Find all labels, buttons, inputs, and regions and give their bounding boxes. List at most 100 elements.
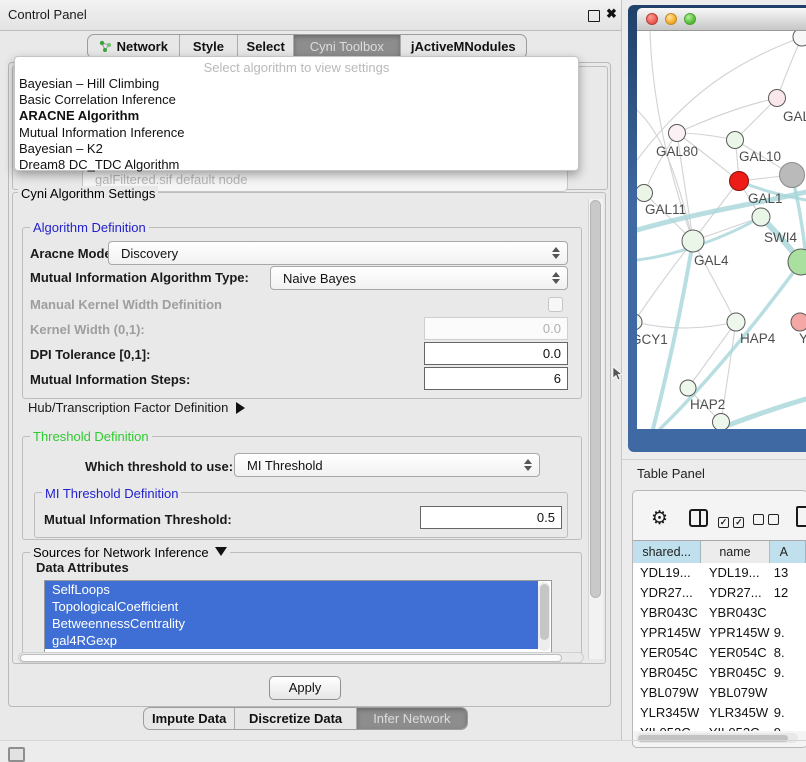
table-row[interactable]: YDR27...YDR27...12: [633, 583, 806, 603]
mi-steps-field[interactable]: 6: [424, 367, 568, 390]
network-node-gal80[interactable]: [669, 125, 686, 142]
table-cell: YPR145W: [702, 623, 771, 643]
table-cell: 9.: [771, 703, 806, 723]
table-cell: YBR043C: [702, 603, 771, 623]
network-node-hap2[interactable]: [680, 380, 696, 396]
table-row[interactable]: YLR345WYLR345W9.: [633, 703, 806, 723]
table-row[interactable]: YER054CYER054C8.: [633, 643, 806, 663]
dropdown-item[interactable]: Bayesian – K2: [15, 141, 578, 157]
table-row[interactable]: YBR045CYBR045C9.: [633, 663, 806, 683]
column-header-name[interactable]: name: [701, 541, 769, 563]
dropdown-item[interactable]: Mutual Information Inference: [15, 125, 578, 141]
tab-discretize-data[interactable]: Discretize Data: [235, 708, 356, 729]
split-columns-icon[interactable]: [689, 509, 708, 527]
dropdown-item[interactable]: Dream8 DC_TDC Algorithm: [15, 157, 578, 173]
network-node[interactable]: [780, 163, 805, 188]
network-icon: [99, 40, 112, 53]
checked-pair-icon[interactable]: ✓ ✓: [718, 512, 744, 530]
attribute-item[interactable]: SelfLoops: [45, 581, 538, 598]
dropdown-item[interactable]: ARACNE Algorithm: [15, 108, 578, 124]
column-header-third[interactable]: A: [770, 541, 806, 563]
table-cell: 8.: [771, 643, 806, 663]
apply-button[interactable]: Apply: [269, 676, 341, 700]
attribute-item[interactable]: TopologicalCoefficient: [45, 598, 538, 615]
column-header-shared[interactable]: shared...: [633, 541, 701, 563]
data-attributes-list[interactable]: SelfLoopsTopologicalCoefficientBetweenne…: [44, 580, 552, 653]
table-cell: YDL19...: [702, 563, 771, 583]
collapse-down-icon: [215, 547, 227, 556]
network-node-gal4[interactable]: [682, 230, 704, 252]
table-row[interactable]: YBR043CYBR043C: [633, 603, 806, 623]
tab-impute-data[interactable]: Impute Data: [144, 708, 235, 729]
kernel-width-field[interactable]: 0.0: [424, 317, 568, 340]
tab-network[interactable]: Network: [88, 35, 180, 58]
hub-definition-expander[interactable]: Hub/Transcription Factor Definition: [28, 400, 245, 415]
dropdown-item[interactable]: Bayesian – Hill Climbing: [15, 76, 578, 92]
kernel-width-label: Kernel Width (0,1):: [30, 322, 145, 337]
aracne-mode-value: Discovery: [109, 246, 547, 261]
node-label: GAL4: [694, 253, 729, 268]
table-row[interactable]: YDL19...YDL19...13: [633, 563, 806, 583]
network-window-titlebar[interactable]: [637, 8, 806, 31]
network-canvas[interactable]: GALGAL80GAL10GAL1GAL11SWI4GAL4GCY1HAP4YH…: [637, 31, 806, 429]
table-body: YDL19...YDL19...13YDR27...YDR27...12YBR0…: [633, 563, 806, 731]
float-window-icon[interactable]: [588, 10, 600, 22]
table-cell: YER054C: [633, 643, 702, 663]
panel-divider: [621, 459, 806, 460]
network-node-gcy1[interactable]: [637, 314, 642, 330]
panel-title: Control Panel: [8, 7, 87, 22]
tab-label: Cyni Toolbox: [310, 39, 384, 54]
mac-minimize-button[interactable]: [665, 13, 677, 25]
dpi-tolerance-field[interactable]: 0.0: [424, 342, 568, 365]
network-node-hap4[interactable]: [727, 313, 745, 331]
node-label: HAP4: [740, 331, 776, 346]
mac-zoom-button[interactable]: [684, 13, 696, 25]
network-node[interactable]: [713, 414, 730, 430]
attribute-item[interactable]: gal4RGexp: [45, 632, 538, 649]
mi-threshold-field[interactable]: 0.5: [420, 506, 562, 529]
table-row[interactable]: YPR145WYPR145W9.: [633, 623, 806, 643]
table-cell: YBR045C: [633, 663, 702, 683]
network-node-y[interactable]: [791, 313, 806, 331]
unchecked-pair-icon[interactable]: [753, 512, 779, 530]
mac-close-button[interactable]: [646, 13, 658, 25]
network-node-swi4[interactable]: [752, 208, 770, 226]
tab-label: Select: [247, 39, 285, 54]
settings-vertical-scrollbar-thumb[interactable]: [590, 200, 601, 598]
table-panel-title: Table Panel: [637, 466, 705, 481]
settings-horizontal-scrollbar-thumb[interactable]: [20, 654, 562, 662]
data-attributes-label: Data Attributes: [36, 560, 129, 575]
close-icon[interactable]: ✖: [606, 6, 617, 22]
tab-cyni-toolbox[interactable]: Cyni Toolbox: [294, 35, 401, 58]
attributes-scrollbar-thumb[interactable]: [540, 584, 549, 640]
aracne-mode-select[interactable]: Discovery: [108, 241, 568, 265]
network-node-gal11[interactable]: [637, 185, 653, 202]
tab-infer-network[interactable]: Infer Network: [357, 708, 467, 729]
stepper-arrows-icon: [547, 247, 565, 259]
dropdown-item[interactable]: Basic Correlation Inference: [15, 92, 578, 108]
page-icon[interactable]: [796, 506, 806, 527]
table-row[interactable]: YBL079WYBL079W: [633, 683, 806, 703]
network-node-gal1[interactable]: [730, 172, 749, 191]
node-label: SWI4: [764, 230, 797, 245]
tab-jactivemnodules[interactable]: jActiveMNodules: [401, 35, 526, 58]
table-row[interactable]: YIL052CYIL052C9: [633, 723, 806, 731]
manual-kernel-checkbox[interactable]: [548, 297, 563, 312]
which-threshold-select[interactable]: MI Threshold: [234, 453, 540, 477]
table-header-row: shared... name A: [633, 540, 806, 564]
table-cell: YLR345W: [702, 703, 771, 723]
gear-icon[interactable]: ⚙: [651, 507, 668, 529]
node-label: GAL11: [645, 202, 686, 217]
network-node[interactable]: [793, 31, 806, 46]
network-edge: [677, 98, 777, 133]
attribute-item[interactable]: BetweennessCentrality: [45, 615, 538, 632]
network-node-gal10[interactable]: [727, 132, 744, 149]
network-edge: [637, 322, 736, 328]
sources-group-title[interactable]: Sources for Network Inference: [30, 545, 230, 560]
mi-type-select[interactable]: Naive Bayes: [270, 266, 568, 290]
table-cell: YBL079W: [702, 683, 771, 703]
tab-select[interactable]: Select: [238, 35, 294, 58]
dock-panel-icon[interactable]: [8, 747, 25, 762]
tab-style[interactable]: Style: [180, 35, 239, 58]
network-node-gal[interactable]: [769, 90, 786, 107]
